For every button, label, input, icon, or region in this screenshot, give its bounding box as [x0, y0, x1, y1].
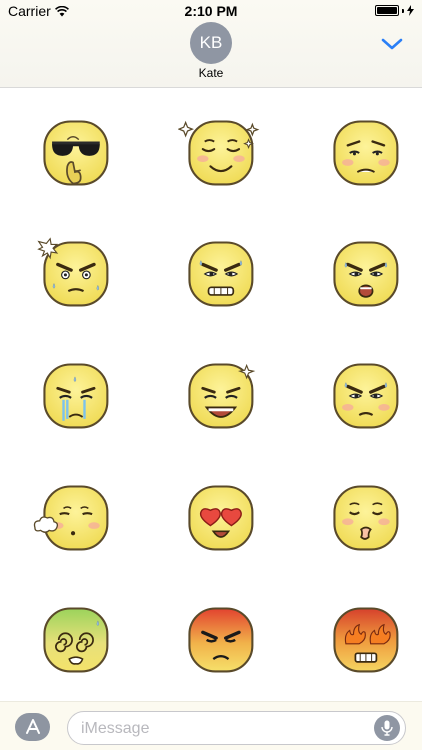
angry-blush-face-icon: [333, 363, 399, 429]
shocked-face-icon: [37, 237, 109, 307]
sticker-kissing-blush-face[interactable]: [323, 476, 405, 558]
sticker-worried-blush-face[interactable]: [323, 111, 405, 193]
status-time: 2:10 PM: [184, 3, 238, 19]
contact-name[interactable]: Kate: [0, 66, 422, 80]
angry-gritted-teeth-face-icon: [188, 241, 254, 307]
status-bar: Carrier 2:10 PM: [0, 0, 422, 22]
laughing-face-icon: [188, 363, 256, 429]
sticker-dizzy-sick-face[interactable]: [33, 598, 115, 680]
sticker-angry-gritted-teeth-face[interactable]: [178, 232, 260, 314]
kissing-blush-face-icon: [333, 485, 399, 551]
sunglasses-shush-face-icon: [43, 120, 109, 186]
sticker-angry-shouting-face[interactable]: [323, 232, 405, 314]
sticker-heart-eyes-face[interactable]: [178, 476, 260, 558]
sticker-laughing-face[interactable]: [178, 354, 260, 436]
sticker-sunglasses-shush-face[interactable]: [33, 111, 115, 193]
message-input-bar: iMessage: [0, 701, 422, 750]
conversation-header: Carrier 2:10 PM KB Kate: [0, 0, 422, 88]
angry-red-face-icon: [188, 607, 254, 673]
app-store-icon: [25, 719, 40, 734]
microphone-icon: [381, 720, 393, 736]
angry-shouting-face-icon: [333, 241, 399, 307]
message-placeholder: iMessage: [81, 720, 150, 737]
dizzy-sick-face-icon: [43, 607, 109, 673]
sticker-crying-face[interactable]: [33, 354, 115, 436]
collapse-button[interactable]: [378, 33, 406, 55]
fiery-rage-face-icon: [333, 607, 399, 673]
message-field[interactable]: iMessage: [67, 711, 406, 745]
app-store-button[interactable]: [15, 713, 50, 741]
sticker-angry-red-face[interactable]: [178, 598, 260, 680]
sticker-angry-blush-face[interactable]: [323, 354, 405, 436]
sticker-fiery-rage-face[interactable]: [323, 598, 405, 680]
blissful-sparkle-face-icon: [178, 120, 260, 186]
sticker-grid: [0, 89, 422, 701]
battery-icon: [375, 5, 414, 16]
heart-eyes-face-icon: [188, 485, 254, 551]
chevron-down-icon: [381, 38, 403, 50]
sticker-shocked-face[interactable]: [33, 232, 115, 314]
contact-avatar[interactable]: KB: [190, 22, 232, 64]
worried-blush-face-icon: [333, 120, 399, 186]
microphone-button[interactable]: [374, 715, 400, 741]
sighing-face-icon: [33, 485, 109, 551]
crying-face-icon: [43, 363, 109, 429]
sticker-sighing-face[interactable]: [33, 476, 115, 558]
sticker-blissful-sparkle-face[interactable]: [178, 111, 260, 193]
